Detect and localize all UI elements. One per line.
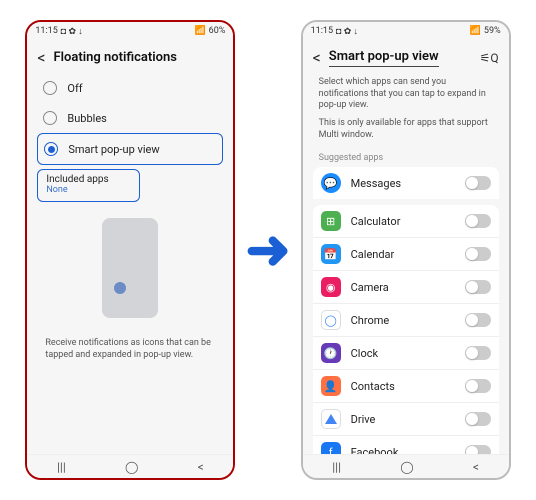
option-label: Smart pop-up view bbox=[68, 143, 159, 156]
app-row[interactable]: 📅 Calendar bbox=[313, 238, 499, 271]
app-row[interactable]: Drive bbox=[313, 403, 499, 436]
page-title: Smart pop-up view bbox=[329, 49, 439, 67]
battery-label: 60% bbox=[209, 26, 226, 36]
back-icon[interactable]: < bbox=[313, 48, 321, 67]
status-icons: ◘ ✿ ↓ bbox=[336, 26, 358, 37]
facebook-icon: f bbox=[321, 442, 341, 454]
toggle-switch[interactable] bbox=[465, 445, 491, 454]
calculator-icon: ⊞ bbox=[321, 211, 341, 231]
nav-bar: ||| ◯ < bbox=[303, 454, 509, 478]
toggle-switch[interactable] bbox=[465, 247, 491, 261]
app-label: Calendar bbox=[351, 248, 455, 261]
header: < Smart pop-up view ⚟Q bbox=[303, 40, 509, 73]
app-row[interactable]: 💬 Messages bbox=[313, 167, 499, 199]
toggle-switch[interactable] bbox=[465, 214, 491, 228]
preview-description: Receive notifications as icons that can … bbox=[37, 318, 223, 371]
toggle-switch[interactable] bbox=[465, 412, 491, 426]
app-label: Camera bbox=[351, 281, 455, 294]
app-label: Drive bbox=[351, 413, 455, 426]
status-icons: ◘ ✿ ↓ bbox=[61, 26, 83, 37]
phone-right: 11:15 ◘ ✿ ↓ 📶 59% < Smart pop-up view ⚟Q… bbox=[301, 20, 511, 480]
radio-icon bbox=[44, 142, 58, 156]
drive-icon bbox=[321, 409, 341, 429]
status-bar: 11:15 ◘ ✿ ↓ 📶 59% bbox=[303, 22, 509, 40]
toggle-switch[interactable] bbox=[465, 346, 491, 360]
suggested-apps-header: Suggested apps bbox=[313, 151, 499, 167]
nav-bar: ||| ◯ < bbox=[27, 454, 233, 478]
battery-label: 59% bbox=[484, 26, 501, 36]
app-label: Contacts bbox=[351, 380, 455, 393]
app-row[interactable]: ◉ Camera bbox=[313, 271, 499, 304]
app-label: Chrome bbox=[351, 314, 455, 327]
contacts-icon: 👤 bbox=[321, 376, 341, 396]
messages-icon: 💬 bbox=[321, 173, 341, 193]
status-time: 11:15 bbox=[35, 26, 57, 36]
page-title: Floating notifications bbox=[54, 50, 177, 65]
filter-icon[interactable]: ⚟Q bbox=[480, 51, 499, 65]
recent-button[interactable]: ||| bbox=[332, 460, 341, 474]
option-label: Bubbles bbox=[67, 112, 106, 125]
included-title: Included apps bbox=[46, 174, 130, 185]
back-icon[interactable]: < bbox=[37, 48, 45, 67]
calendar-icon: 📅 bbox=[321, 244, 341, 264]
signal-icon: 📶 bbox=[194, 26, 205, 36]
toggle-switch[interactable] bbox=[465, 313, 491, 327]
status-time: 11:15 bbox=[311, 26, 333, 36]
option-smart-popup[interactable]: Smart pop-up view bbox=[37, 133, 223, 165]
app-row[interactable]: 👤 Contacts bbox=[313, 370, 499, 403]
camera-icon: ◉ bbox=[321, 277, 341, 297]
home-button[interactable]: ◯ bbox=[400, 460, 413, 474]
app-label: Facebook bbox=[351, 446, 455, 454]
preview-dot-icon bbox=[114, 282, 126, 294]
included-apps-button[interactable]: Included apps None bbox=[37, 169, 139, 202]
toggle-switch[interactable] bbox=[465, 379, 491, 393]
description-1: Select which apps can send you notificat… bbox=[313, 73, 499, 114]
option-label: Off bbox=[67, 82, 82, 95]
app-label: Calculator bbox=[351, 215, 455, 228]
app-list: 💬 Messages ⊞ Calculator 📅 Calendar ◉ Camera ◯ Chr… bbox=[313, 167, 499, 454]
app-row[interactable]: ◯ Chrome bbox=[313, 304, 499, 337]
preview-area bbox=[37, 218, 223, 318]
app-label: Clock bbox=[351, 347, 455, 360]
included-sub: None bbox=[46, 185, 130, 195]
option-bubbles[interactable]: Bubbles bbox=[37, 103, 223, 133]
toggle-switch[interactable] bbox=[465, 176, 491, 190]
signal-icon: 📶 bbox=[470, 26, 481, 36]
app-row[interactable]: ⊞ Calculator bbox=[313, 205, 499, 238]
chrome-icon: ◯ bbox=[321, 310, 341, 330]
status-bar: 11:15 ◘ ✿ ↓ 📶 60% bbox=[27, 22, 233, 40]
clock-icon: 🕐 bbox=[321, 343, 341, 363]
phone-left: 11:15 ◘ ✿ ↓ 📶 60% < Floating notificatio… bbox=[25, 20, 235, 480]
back-button[interactable]: < bbox=[198, 460, 204, 474]
header: < Floating notifications bbox=[27, 40, 233, 73]
arrow-right-icon: ➜ bbox=[245, 218, 290, 282]
preview-phone-icon bbox=[102, 218, 158, 318]
home-button[interactable]: ◯ bbox=[125, 460, 138, 474]
radio-icon bbox=[43, 111, 57, 125]
description-2: This is only available for apps that sup… bbox=[313, 114, 499, 151]
toggle-switch[interactable] bbox=[465, 280, 491, 294]
back-button[interactable]: < bbox=[473, 460, 479, 474]
option-off[interactable]: Off bbox=[37, 73, 223, 103]
app-label: Messages bbox=[351, 177, 455, 190]
app-row[interactable]: 🕐 Clock bbox=[313, 337, 499, 370]
recent-button[interactable]: ||| bbox=[57, 460, 66, 474]
app-row[interactable]: f Facebook bbox=[313, 436, 499, 454]
radio-icon bbox=[43, 81, 57, 95]
